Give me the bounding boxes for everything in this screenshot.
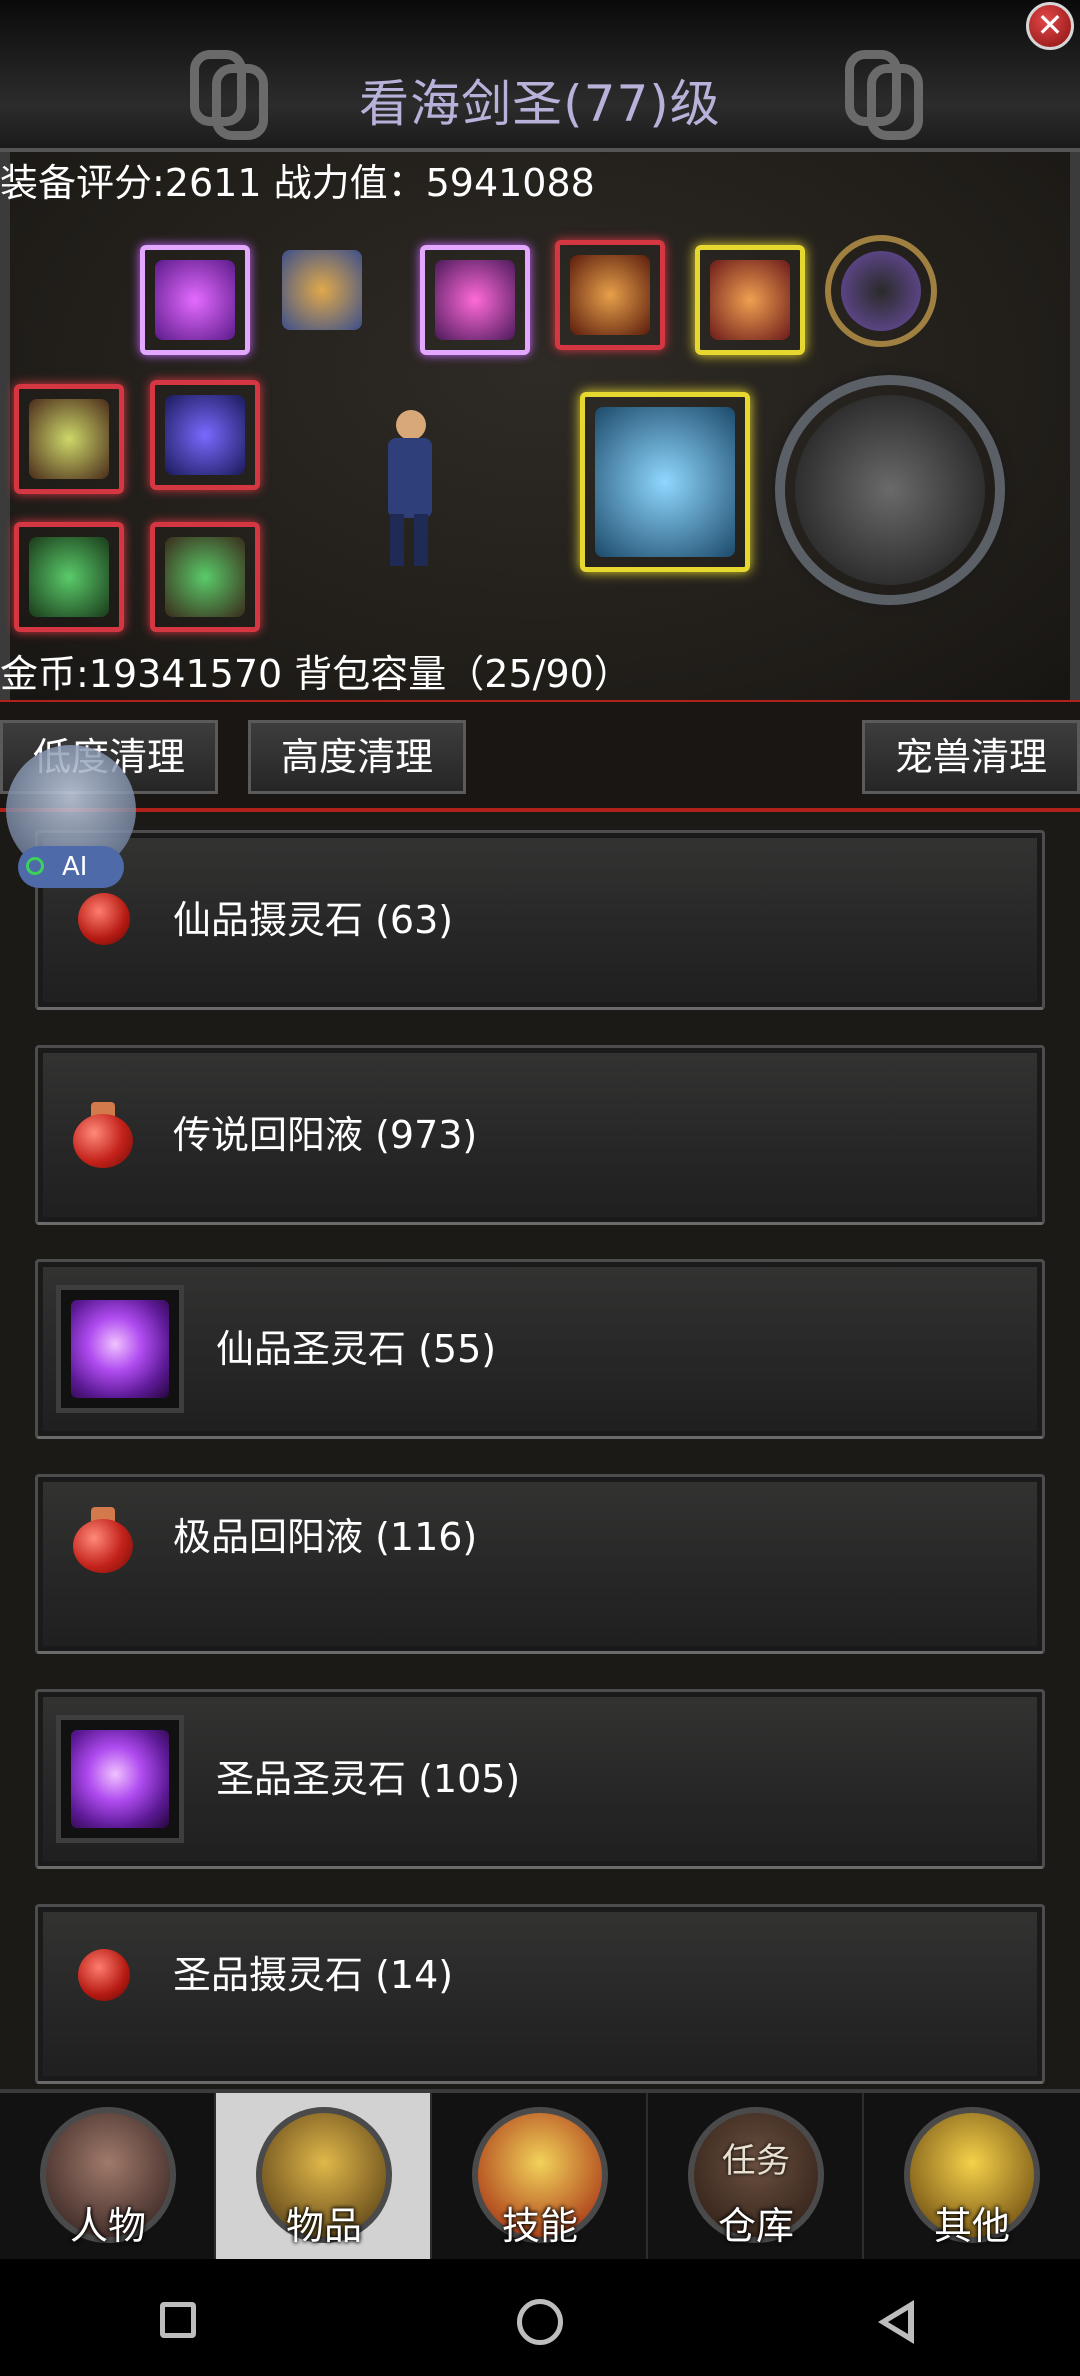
list-item[interactable]: 传说回阳液 (973): [35, 1045, 1045, 1225]
character-avatar: [380, 410, 440, 570]
item-label: 圣品摄灵石 (14): [173, 1953, 454, 1997]
list-item[interactable]: 圣品圣灵石 (105): [35, 1689, 1045, 1869]
necklace-slot[interactable]: [825, 235, 937, 347]
list-item[interactable]: 仙品圣灵石 (55): [35, 1259, 1045, 1439]
close-icon[interactable]: ✕: [1026, 2, 1074, 50]
tab-label: 其他: [933, 2204, 1010, 2248]
list-item[interactable]: 极品回阳液 (116): [35, 1474, 1045, 1654]
tab-label: 物品: [285, 2204, 362, 2248]
tab-skills[interactable]: 技能: [432, 2093, 648, 2259]
red-stone-icon: [78, 1949, 130, 2001]
helmet-slot[interactable]: [140, 245, 250, 355]
red-potion-icon: [73, 1507, 133, 1573]
item-label: 圣品圣灵石 (105): [216, 1757, 521, 1801]
list-item[interactable]: 圣品摄灵石 (14): [35, 1904, 1045, 2084]
bracer-slot-right[interactable]: [150, 522, 260, 632]
item-label: 仙品摄灵石 (63): [173, 898, 454, 942]
gold-bag-line: 金币:19341570 背包容量（25/90）: [0, 652, 632, 696]
armor-slot[interactable]: [272, 240, 372, 340]
item-label: 传说回阳液 (973): [173, 1113, 478, 1157]
mount-slot[interactable]: [580, 392, 750, 572]
red-potion-icon: [73, 1102, 133, 1168]
weapon-slot-a[interactable]: [555, 240, 665, 350]
pet-cleanup-button[interactable]: 宠兽清理: [862, 720, 1080, 794]
tab-label: 仓库: [717, 2204, 794, 2248]
purple-crystal-icon: [56, 1285, 184, 1413]
ai-status-icon: [26, 857, 44, 875]
purple-crystal-icon: [56, 1715, 184, 1843]
character-title: 看海剑圣(77)级: [359, 75, 721, 133]
pet-slot[interactable]: [775, 375, 1005, 605]
list-item[interactable]: 仙品摄灵石 (63): [35, 830, 1045, 1010]
tab-label: 人物: [69, 2204, 146, 2248]
high-cleanup-button[interactable]: 高度清理: [248, 720, 466, 794]
ring-slot-left[interactable]: [14, 384, 124, 494]
recents-icon[interactable]: [160, 2302, 196, 2338]
item-label: 仙品圣灵石 (55): [216, 1327, 497, 1371]
home-icon[interactable]: [517, 2299, 563, 2345]
weapon-slot-b[interactable]: [695, 245, 805, 355]
red-stone-icon: [78, 893, 130, 945]
inventory-list[interactable]: 仙品摄灵石 (63) 传说回阳液 (973) 仙品圣灵石 (55) 极品回阳液 …: [0, 812, 1080, 2089]
ring-slot-right[interactable]: [150, 380, 260, 490]
task-overlay-label: 任务: [722, 2141, 790, 2181]
item-label: 极品回阳液 (116): [173, 1515, 478, 1559]
wing-slot[interactable]: [420, 245, 530, 355]
score-power-line: 装备评分:2611 战力值：5941088: [0, 161, 595, 205]
tab-label: 技能: [501, 2204, 578, 2248]
tab-other[interactable]: 其他: [864, 2093, 1080, 2259]
back-icon-inner: [888, 2310, 908, 2334]
tab-character[interactable]: 人物: [0, 2093, 216, 2259]
tab-warehouse[interactable]: 任务 仓库: [648, 2093, 864, 2259]
bracer-slot-left[interactable]: [14, 522, 124, 632]
tab-items[interactable]: 物品: [216, 2093, 432, 2259]
